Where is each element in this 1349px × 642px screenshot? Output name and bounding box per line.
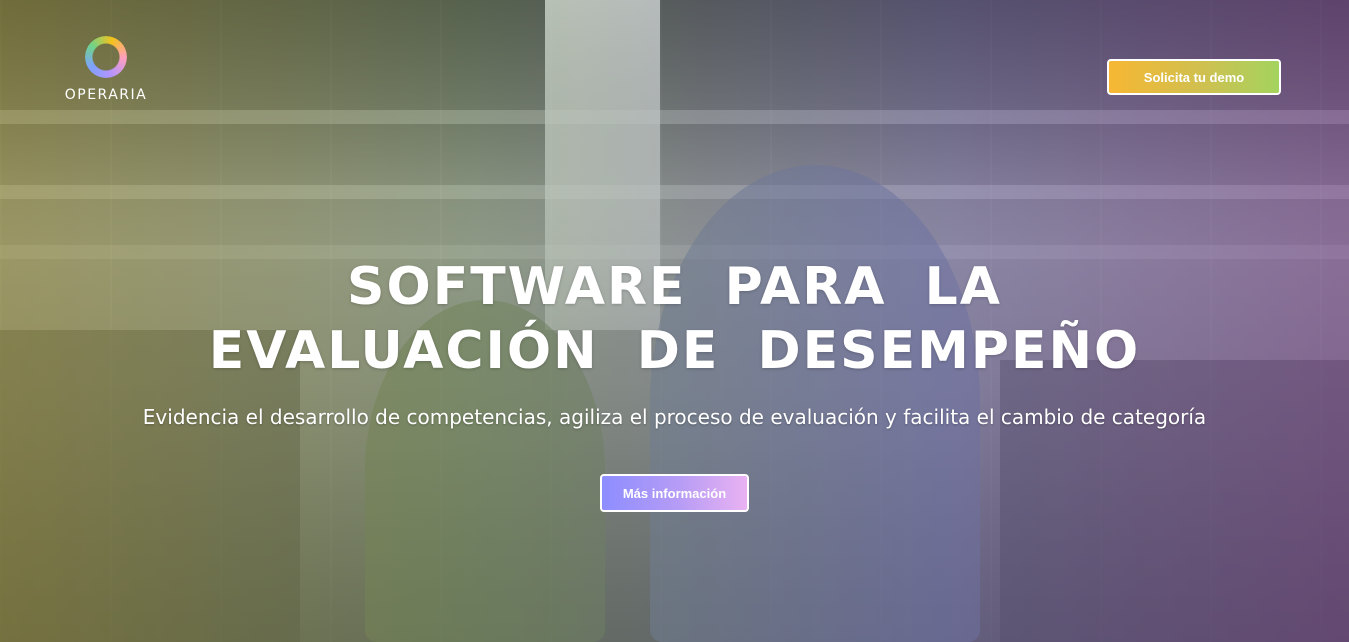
brand-name: OPERARIA	[64, 87, 148, 103]
hero-subtitle: Evidencia el desarrollo de competencias,…	[142, 405, 1207, 429]
more-info-button[interactable]: Más información	[600, 474, 749, 512]
brand-logo[interactable]: OPERARIA	[58, 36, 154, 104]
ring-logo-icon	[85, 36, 127, 78]
hero-section: OPERARIA Solicita tu demo SOFTWARE PARA …	[0, 0, 1349, 642]
hero-title: SOFTWARE PARA LA EVALUACIÓN DE DESEMPEÑO	[0, 255, 1349, 383]
request-demo-button[interactable]: Solicita tu demo	[1107, 59, 1281, 95]
hero-title-line-2: EVALUACIÓN DE DESEMPEÑO	[208, 321, 1141, 381]
hero-title-line-1: SOFTWARE PARA LA	[347, 257, 1002, 317]
